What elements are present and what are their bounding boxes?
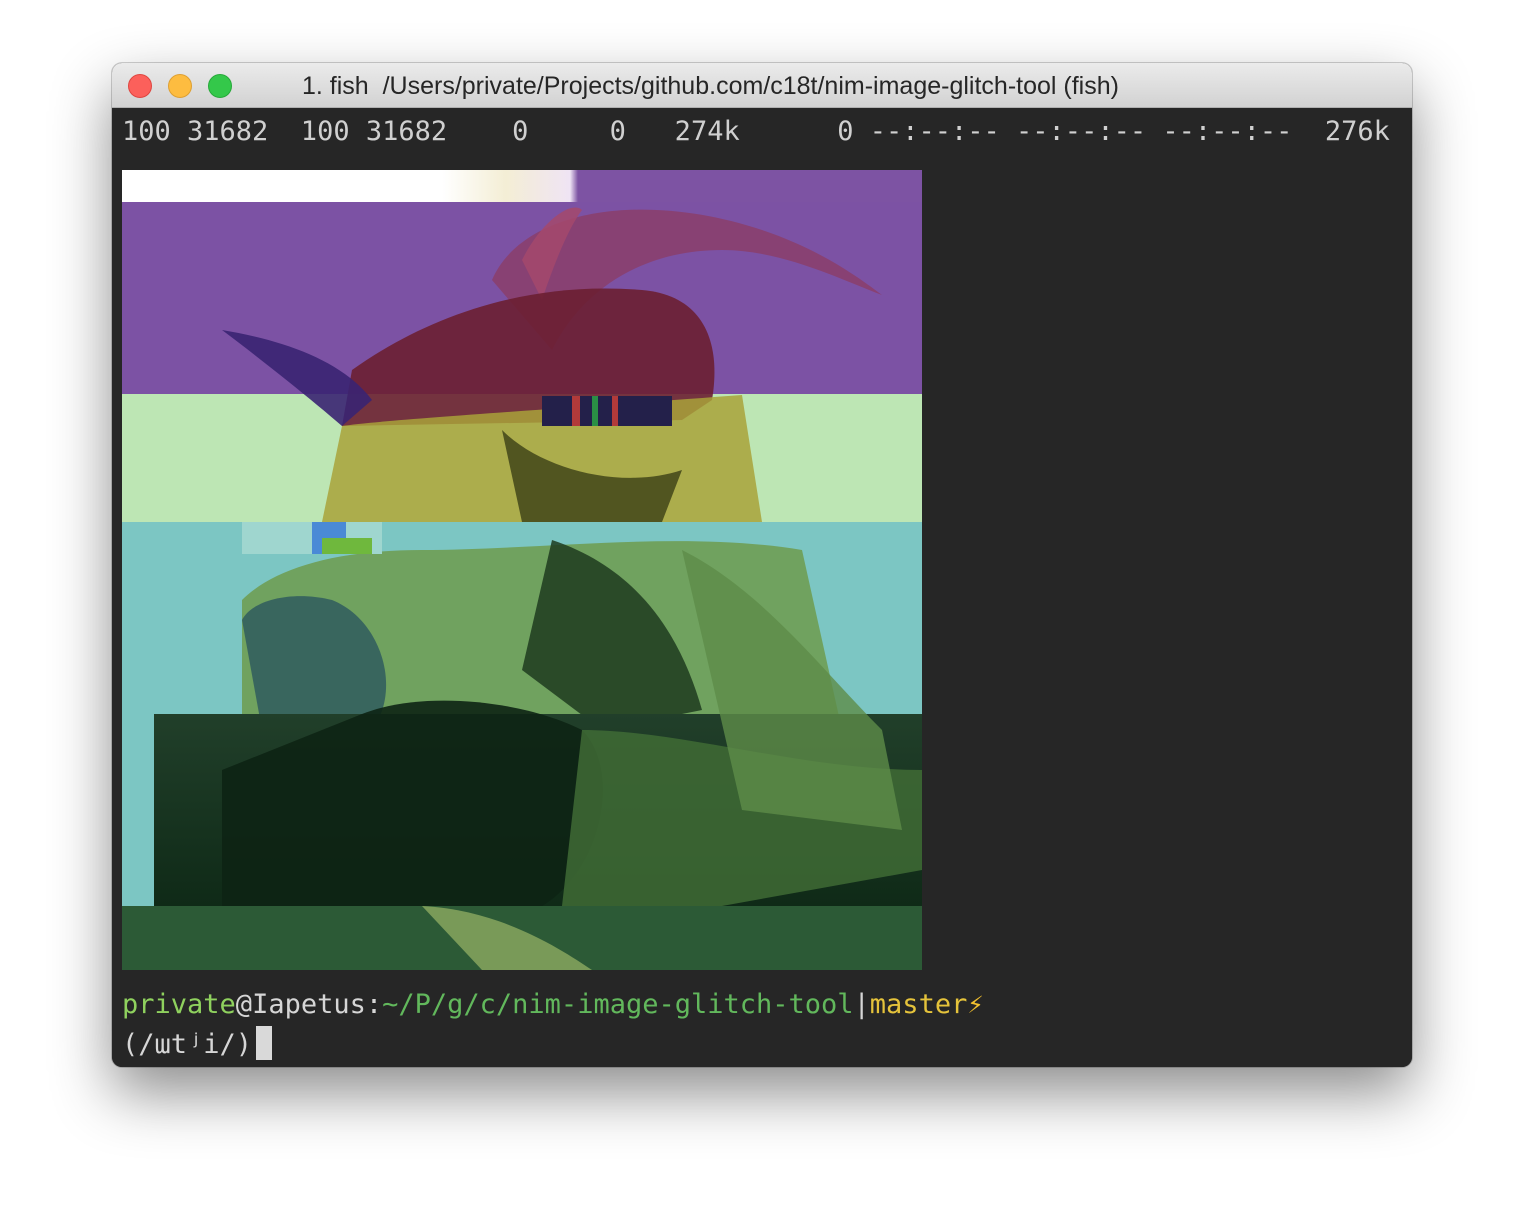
prompt-user: private	[122, 989, 236, 1020]
close-button[interactable]	[128, 74, 152, 98]
prompt-branch: master	[869, 989, 968, 1020]
prompt-path: ~/P/g/c/nim-image-glitch-tool	[382, 989, 854, 1020]
text-cursor	[256, 1026, 273, 1060]
prompt-colon: :	[365, 989, 383, 1020]
terminal-content[interactable]: 100 31682 100 31682 0 0 274k 0 --:--:-- …	[112, 108, 1412, 1067]
minimize-button[interactable]	[168, 74, 192, 98]
window-title: 1. fish /Users/private/Projects/github.c…	[302, 72, 1119, 100]
prompt-host: Iapetus	[252, 989, 366, 1020]
shell-prompt: private@Iapetus:~/P/g/c/nim-image-glitch…	[122, 985, 984, 1025]
command-input-line[interactable]: (/ɯtʲi/)	[122, 1025, 273, 1065]
prompt-at: @	[235, 989, 253, 1020]
bolt-icon: ⚡	[967, 989, 984, 1020]
terminal-window: 1. fish /Users/private/Projects/github.c…	[112, 63, 1412, 1067]
zoom-button[interactable]	[208, 74, 232, 98]
prompt-separator: |	[853, 989, 870, 1020]
curl-progress-line: 100 31682 100 31682 0 0 274k 0 --:--:-- …	[122, 116, 1390, 147]
glitched-goat-image	[122, 170, 922, 970]
command-text: (/ɯtʲi/)	[122, 1029, 253, 1060]
title-bar[interactable]: 1. fish /Users/private/Projects/github.c…	[112, 63, 1412, 108]
